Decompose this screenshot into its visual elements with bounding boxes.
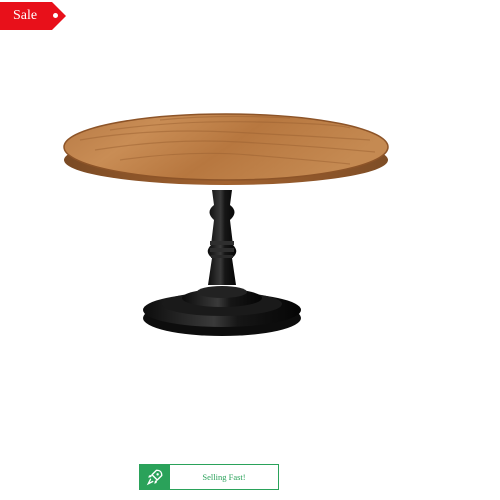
sale-label: Sale (13, 8, 38, 23)
tag-hole-icon (53, 13, 58, 18)
selling-fast-badge: Selling Fast! (139, 464, 279, 490)
sale-badge: Sale (0, 2, 66, 30)
selling-fast-label: Selling Fast! (202, 472, 246, 482)
product-image (63, 113, 389, 336)
rocket-icon (140, 465, 170, 489)
